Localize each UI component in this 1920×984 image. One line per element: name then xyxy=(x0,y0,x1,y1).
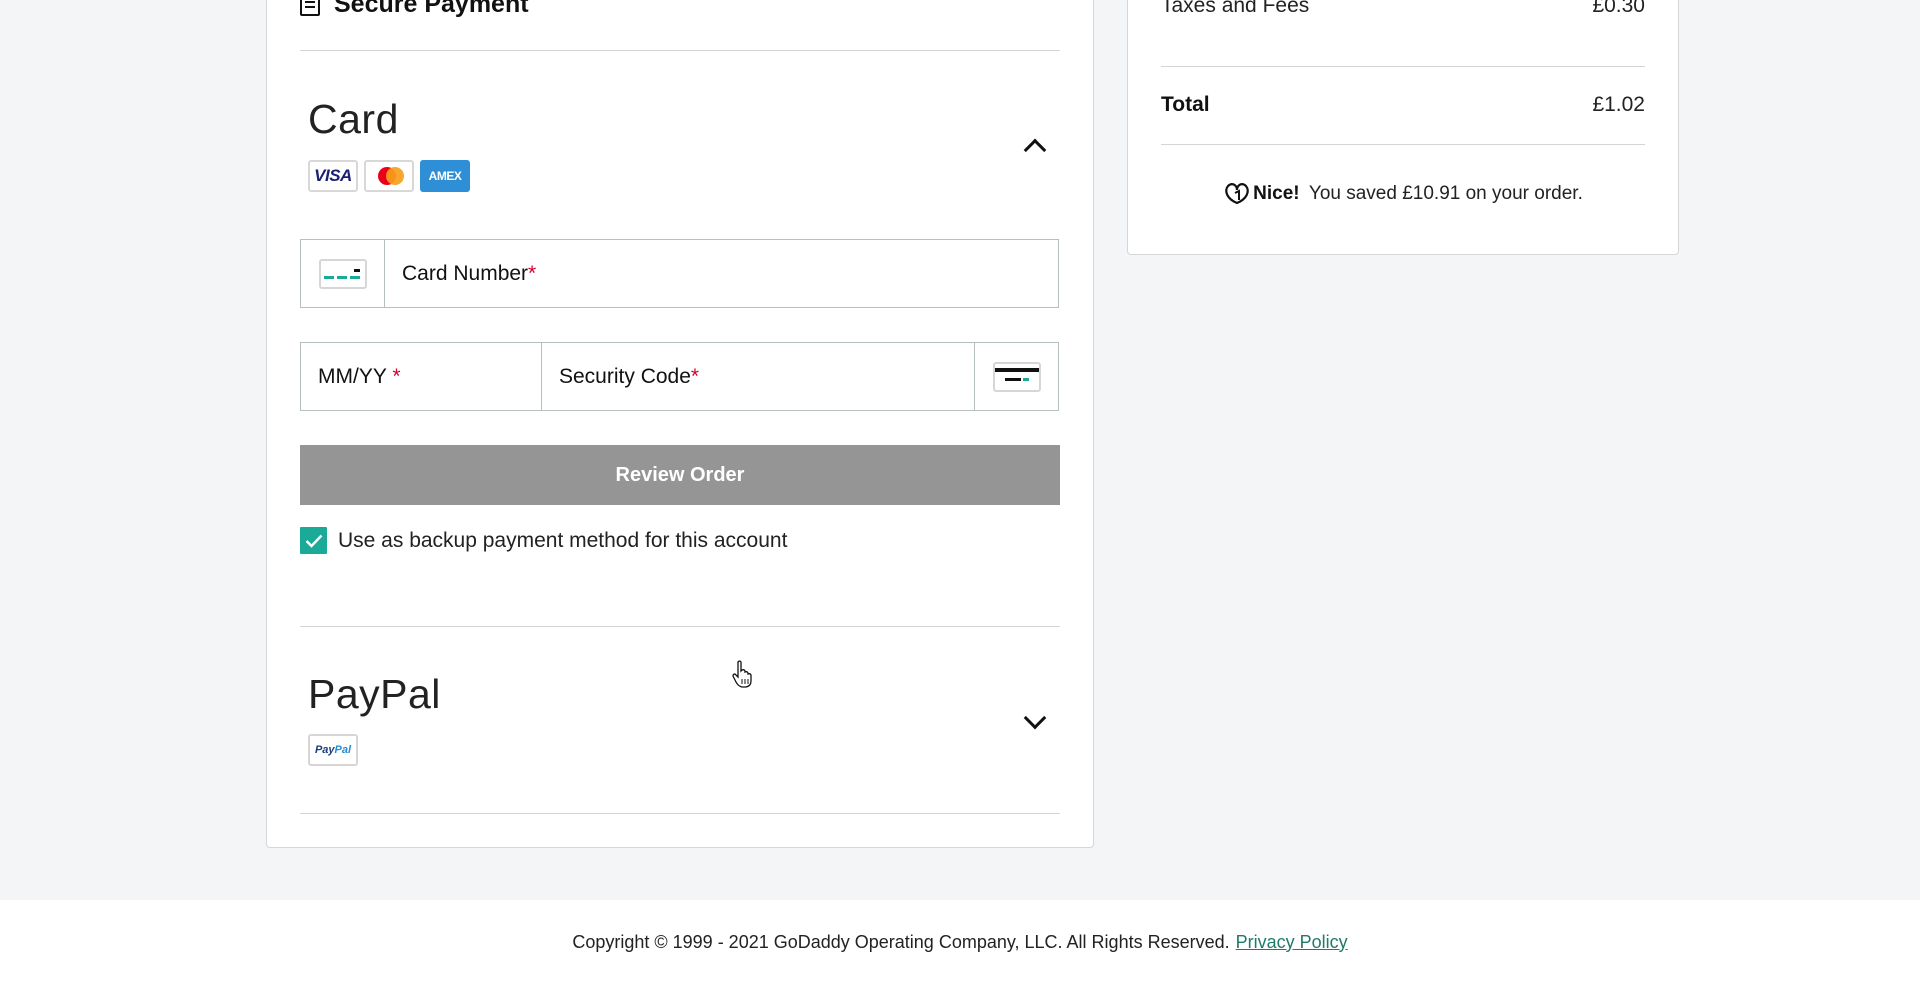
amex-logo-icon: AMEX xyxy=(420,160,470,192)
document-icon xyxy=(300,0,320,16)
visa-logo-icon: VISA xyxy=(308,160,358,192)
total-row: Total £1.02 xyxy=(1161,93,1645,117)
backup-checkbox-label: Use as backup payment method for this ac… xyxy=(338,528,788,552)
page-footer: Copyright © 1999 - 2021 GoDaddy Operatin… xyxy=(0,900,1920,984)
card-method-title: Card xyxy=(308,96,399,142)
taxes-value: £0.30 xyxy=(1592,0,1645,17)
expiry-label: MM/YY * xyxy=(318,364,401,388)
security-code-icon-cell xyxy=(974,343,1058,410)
privacy-policy-link[interactable]: Privacy Policy xyxy=(1236,932,1348,953)
card-number-icon-cell xyxy=(301,240,385,307)
savings-bold: Nice! xyxy=(1253,183,1300,204)
paypal-section-divider xyxy=(300,813,1060,814)
section-title: Secure Payment xyxy=(334,0,529,18)
secure-payment-header: Secure Payment xyxy=(300,0,529,19)
paypal-logo-icon: Pay Pal xyxy=(308,734,358,766)
summary-divider-1 xyxy=(1161,66,1645,67)
total-value: £1.02 xyxy=(1592,93,1645,116)
card-section-divider xyxy=(300,626,1060,627)
godaddy-heart-icon xyxy=(1225,183,1249,205)
review-order-button[interactable]: Review Order xyxy=(300,445,1060,505)
checkmark-icon xyxy=(305,534,322,548)
savings-message: Nice! You saved £10.91 on your order. xyxy=(1127,181,1679,207)
hand-cursor-icon xyxy=(732,660,752,688)
summary-divider-2 xyxy=(1161,144,1645,145)
backup-checkbox[interactable] xyxy=(300,527,327,554)
savings-text: You saved £10.91 on your order. xyxy=(1308,183,1583,204)
order-summary-panel xyxy=(1127,0,1679,255)
security-code-field[interactable]: Security Code* xyxy=(541,342,1059,411)
taxes-label: Taxes and Fees xyxy=(1161,0,1310,17)
card-number-label: Card Number* xyxy=(402,261,537,285)
cvv-card-icon xyxy=(992,361,1041,392)
mastercard-logo-icon xyxy=(364,160,414,192)
security-code-label: Security Code* xyxy=(559,364,700,388)
taxes-row: Taxes and Fees £0.30 xyxy=(1161,0,1645,18)
header-divider xyxy=(300,50,1060,51)
paypal-method-title: PayPal xyxy=(308,671,441,717)
copyright-text: Copyright © 1999 - 2021 GoDaddy Operatin… xyxy=(572,931,1230,952)
card-number-field[interactable]: Card Number* xyxy=(300,239,1059,308)
card-number-icon xyxy=(318,258,367,289)
backup-payment-option[interactable]: Use as backup payment method for this ac… xyxy=(300,527,787,554)
total-label: Total xyxy=(1161,93,1210,116)
expiry-field[interactable]: MM/YY * xyxy=(300,342,542,411)
